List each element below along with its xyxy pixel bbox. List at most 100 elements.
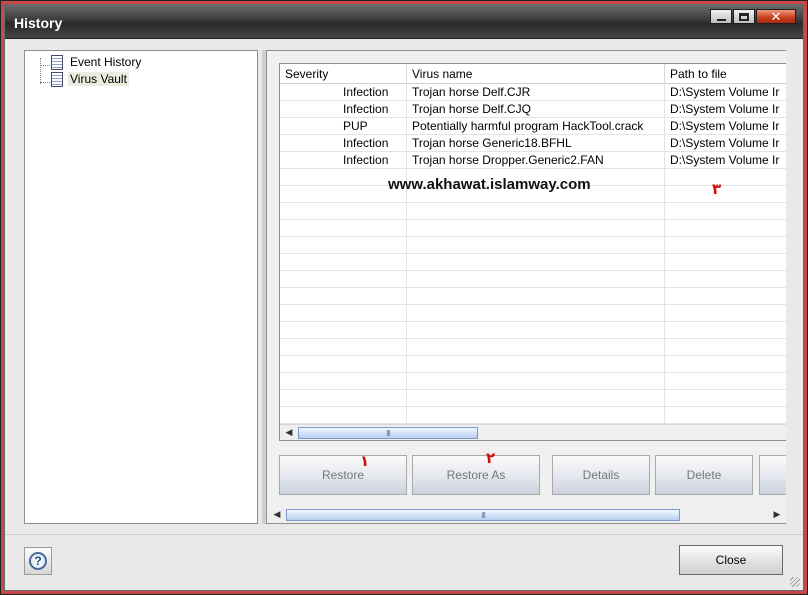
table-row[interactable] <box>280 407 786 424</box>
path-cell: D:\System Volume Ir <box>665 152 786 169</box>
navigation-tree: Event History Virus Vault <box>24 50 258 524</box>
table-row[interactable] <box>280 339 786 356</box>
severity-cell: PUP <box>280 118 407 135</box>
table-row[interactable] <box>280 237 786 254</box>
close-button[interactable]: Close <box>679 545 783 575</box>
document-icon <box>51 72 63 87</box>
restore-as-button[interactable]: Restore As <box>412 455 540 495</box>
virus-name-cell <box>407 390 665 407</box>
virus-name-cell <box>407 356 665 373</box>
path-cell <box>665 186 786 203</box>
restore-label: Restore <box>321 468 365 482</box>
virus-name-cell: Trojan horse Dropper.Generic2.FAN <box>407 152 665 169</box>
footer-divider <box>5 534 803 535</box>
severity-cell <box>280 237 407 254</box>
annotation-mark-3: ٣ <box>712 180 722 198</box>
virus-name-cell: Trojan horse Delf.CJR <box>407 84 665 101</box>
document-icon <box>51 55 63 70</box>
table-row[interactable] <box>280 220 786 237</box>
maximize-button[interactable] <box>733 9 755 24</box>
table-body: Infection Trojan horse Delf.CJR D:\System … <box>280 84 786 424</box>
restore-button[interactable]: Restore <box>279 455 407 495</box>
minimize-icon <box>716 18 726 21</box>
tree-connector <box>40 58 41 84</box>
details-label: Details <box>582 468 620 482</box>
path-cell: D:\System Volume Ir <box>665 84 786 101</box>
virus-name-cell: Trojan horse Delf.CJQ <box>407 101 665 118</box>
severity-cell: Infection <box>280 84 407 101</box>
help-button[interactable]: ? <box>24 547 52 575</box>
close-label: Close <box>715 553 747 567</box>
column-header-virus-name[interactable]: Virus name <box>407 64 665 84</box>
virus-name-cell <box>407 305 665 322</box>
table-row[interactable] <box>280 322 786 339</box>
virus-name-cell <box>407 254 665 271</box>
delete-button[interactable]: Delete <box>655 455 753 495</box>
severity-cell <box>280 407 407 424</box>
severity-cell <box>280 220 407 237</box>
severity-cell <box>280 271 407 288</box>
table-row[interactable] <box>280 305 786 322</box>
scroll-thumb[interactable]: III <box>298 427 478 439</box>
path-cell <box>665 237 786 254</box>
table-row[interactable] <box>280 390 786 407</box>
severity-cell <box>280 356 407 373</box>
more-actions-button[interactable] <box>759 455 786 495</box>
title-bar[interactable]: History ✕ <box>5 5 803 39</box>
table-row[interactable]: Infection Trojan horse Dropper.Generic2.F… <box>280 152 786 169</box>
path-cell <box>665 271 786 288</box>
details-button[interactable]: Details <box>552 455 650 495</box>
column-header-severity[interactable]: Severity <box>280 64 407 84</box>
path-cell: D:\System Volume Ir <box>665 118 786 135</box>
path-cell <box>665 254 786 271</box>
table-row[interactable]: Infection Trojan horse Delf.CJQ D:\System … <box>280 101 786 118</box>
severity-cell <box>280 339 407 356</box>
severity-cell <box>280 203 407 220</box>
watermark-text: www.akhawat.islamway.com <box>388 176 591 193</box>
virus-vault-table[interactable]: Severity Virus name Path to file Infecti… <box>279 63 786 441</box>
virus-name-cell <box>407 288 665 305</box>
severity-cell <box>280 390 407 407</box>
pane-horizontal-scrollbar[interactable]: ◀ III ▶ <box>268 507 786 523</box>
virus-name-cell <box>407 339 665 356</box>
window-controls: ✕ <box>710 9 796 24</box>
scroll-thumb[interactable]: III <box>286 509 680 521</box>
table-row[interactable] <box>280 271 786 288</box>
table-row[interactable]: Infection Trojan horse Delf.CJR D:\System … <box>280 84 786 101</box>
table-row[interactable] <box>280 373 786 390</box>
close-icon: ✕ <box>770 9 782 24</box>
path-cell <box>665 220 786 237</box>
table-row[interactable]: Infection Trojan horse Generic18.BFHL D:\S… <box>280 135 786 152</box>
path-cell <box>665 390 786 407</box>
severity-cell <box>280 288 407 305</box>
tree-item-label: Virus Vault <box>68 72 129 86</box>
severity-cell: Infection <box>280 152 407 169</box>
table-row[interactable] <box>280 356 786 373</box>
table-row[interactable] <box>280 288 786 305</box>
resize-grip-icon[interactable] <box>790 577 800 587</box>
help-icon: ? <box>29 552 47 570</box>
delete-label: Delete <box>686 468 722 482</box>
scroll-right-icon[interactable]: ▶ <box>770 508 784 521</box>
table-horizontal-scrollbar[interactable]: ◀ III <box>280 424 786 440</box>
severity-cell <box>280 373 407 390</box>
path-cell <box>665 322 786 339</box>
table-row[interactable] <box>280 203 786 220</box>
minimize-button[interactable] <box>710 9 732 24</box>
table-row[interactable]: PUP Potentially harmful program HackTool.… <box>280 118 786 135</box>
severity-cell <box>280 322 407 339</box>
path-cell <box>665 169 786 186</box>
tree-item-label: Event History <box>70 55 142 69</box>
column-header-path[interactable]: Path to file <box>665 64 786 84</box>
scroll-left-icon[interactable]: ◀ <box>270 508 284 521</box>
path-cell: D:\System Volume Ir <box>665 135 786 152</box>
scroll-left-icon[interactable]: ◀ <box>282 426 296 439</box>
path-cell <box>665 356 786 373</box>
virus-name-cell <box>407 373 665 390</box>
annotation-mark-2: ٢ <box>486 449 496 467</box>
maximize-icon <box>739 12 749 21</box>
path-cell: D:\System Volume Ir <box>665 101 786 118</box>
severity-cell <box>280 254 407 271</box>
close-window-button[interactable]: ✕ <box>756 9 796 24</box>
table-row[interactable] <box>280 254 786 271</box>
